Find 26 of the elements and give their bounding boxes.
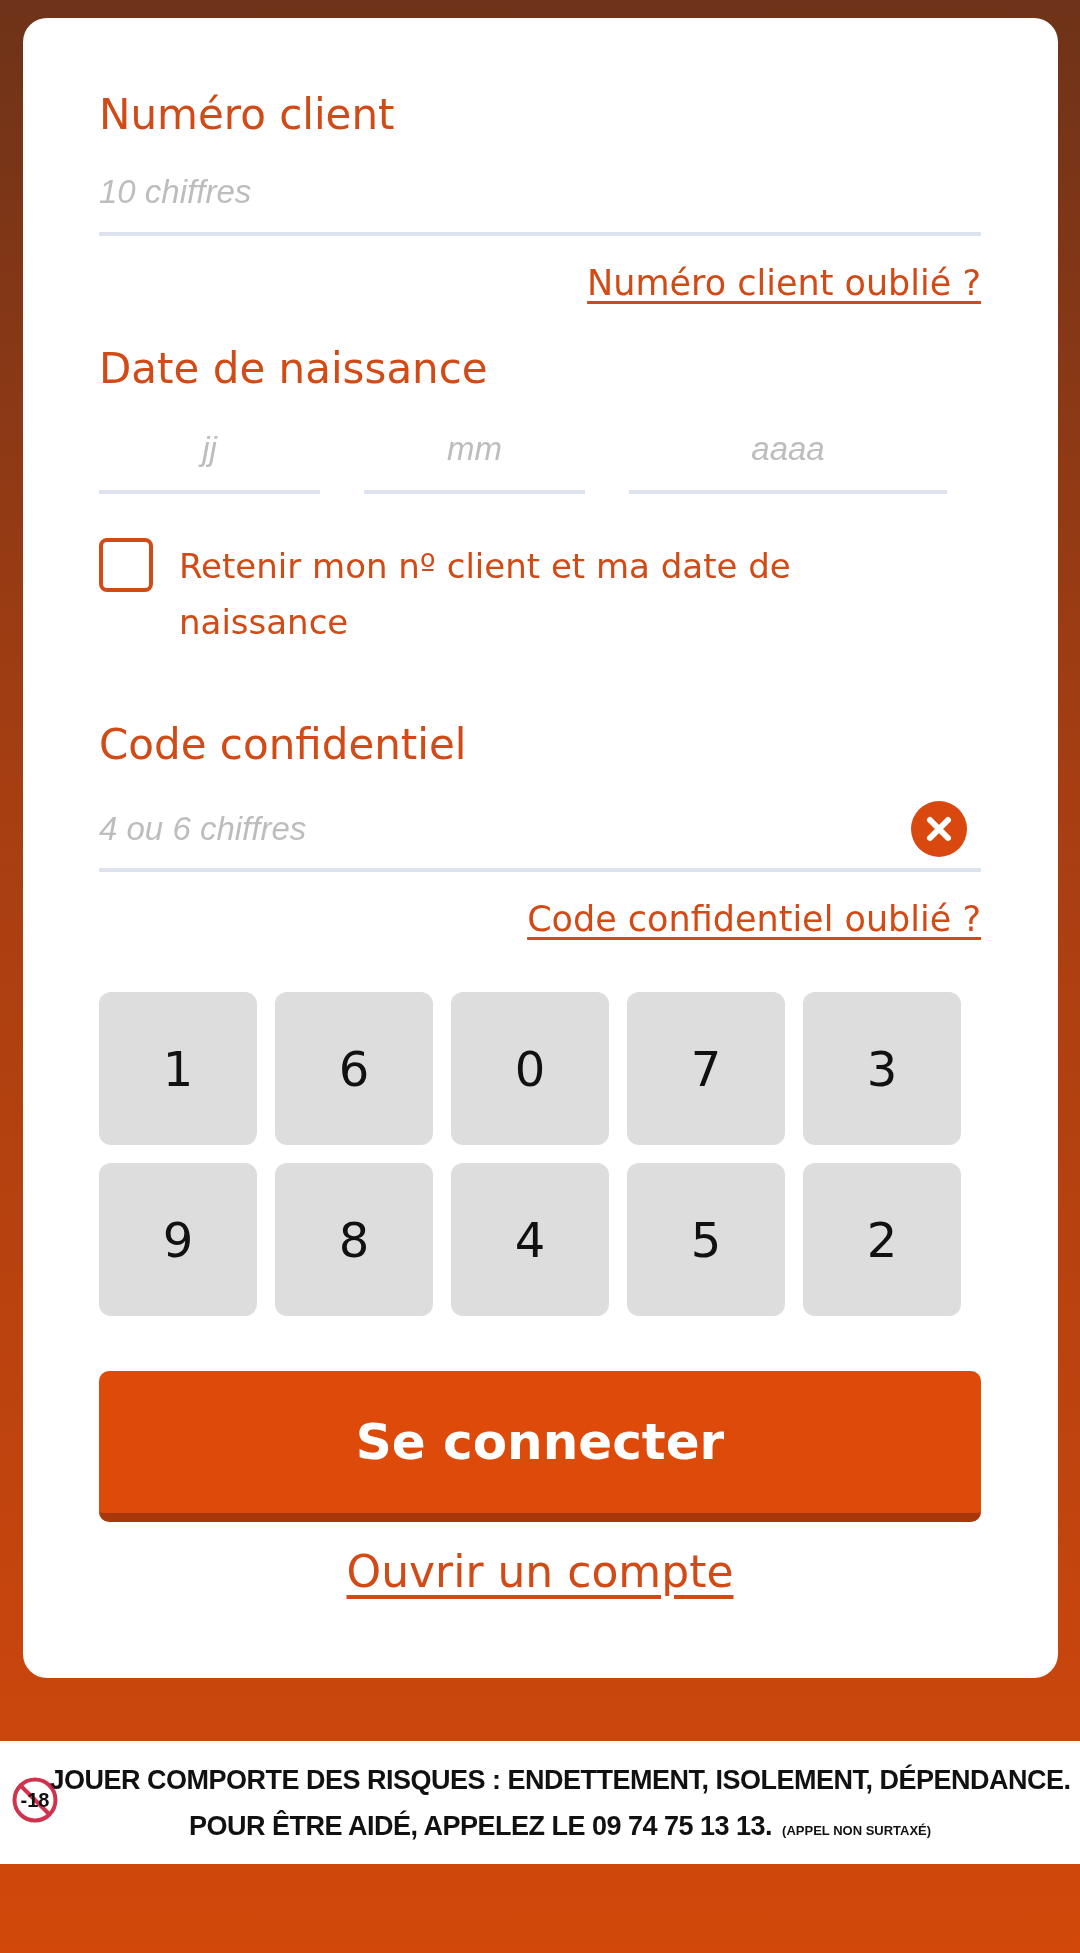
- remember-label: Retenir mon nº client et ma date de naissance: [179, 545, 792, 644]
- helpline-text: POUR ÊTRE AIDÉ, APPELEZ LE 09 74 75 13 13.: [188, 1809, 773, 1843]
- secret-code-label: Code confidentiel: [99, 720, 468, 770]
- keypad-key[interactable]: 9: [99, 1163, 257, 1316]
- call-note: (APPEL NON SURTAXÉ): [782, 1822, 932, 1838]
- keypad-key[interactable]: 3: [803, 992, 961, 1145]
- keypad-key[interactable]: 0: [451, 992, 609, 1145]
- birth-date-label: Date de naissance: [99, 344, 489, 394]
- login-button[interactable]: Se connecter: [99, 1371, 981, 1522]
- open-account-link[interactable]: Ouvrir un compte: [346, 1544, 734, 1600]
- client-number-field[interactable]: 10 chiffres: [99, 160, 981, 236]
- keypad-key[interactable]: 7: [627, 992, 785, 1145]
- keypad-key[interactable]: 4: [451, 1163, 609, 1316]
- keypad-key[interactable]: 2: [803, 1163, 961, 1316]
- forgot-client-number-link[interactable]: Numéro client oublié ?: [587, 262, 981, 304]
- date-field[interactable]: aaaa: [629, 408, 947, 494]
- client-number-label: Numéro client: [99, 90, 396, 140]
- forgot-code-link[interactable]: Code confidentiel oublié ?: [527, 898, 981, 940]
- date-field[interactable]: jj: [99, 408, 320, 494]
- clear-icon[interactable]: [911, 801, 967, 857]
- keypad-key[interactable]: 8: [275, 1163, 433, 1316]
- date-field[interactable]: mm: [364, 408, 585, 494]
- keypad-key[interactable]: 1: [99, 992, 257, 1145]
- keypad-key[interactable]: 5: [627, 1163, 785, 1316]
- remember-checkbox[interactable]: [99, 538, 153, 592]
- keypad-key[interactable]: 6: [275, 992, 433, 1145]
